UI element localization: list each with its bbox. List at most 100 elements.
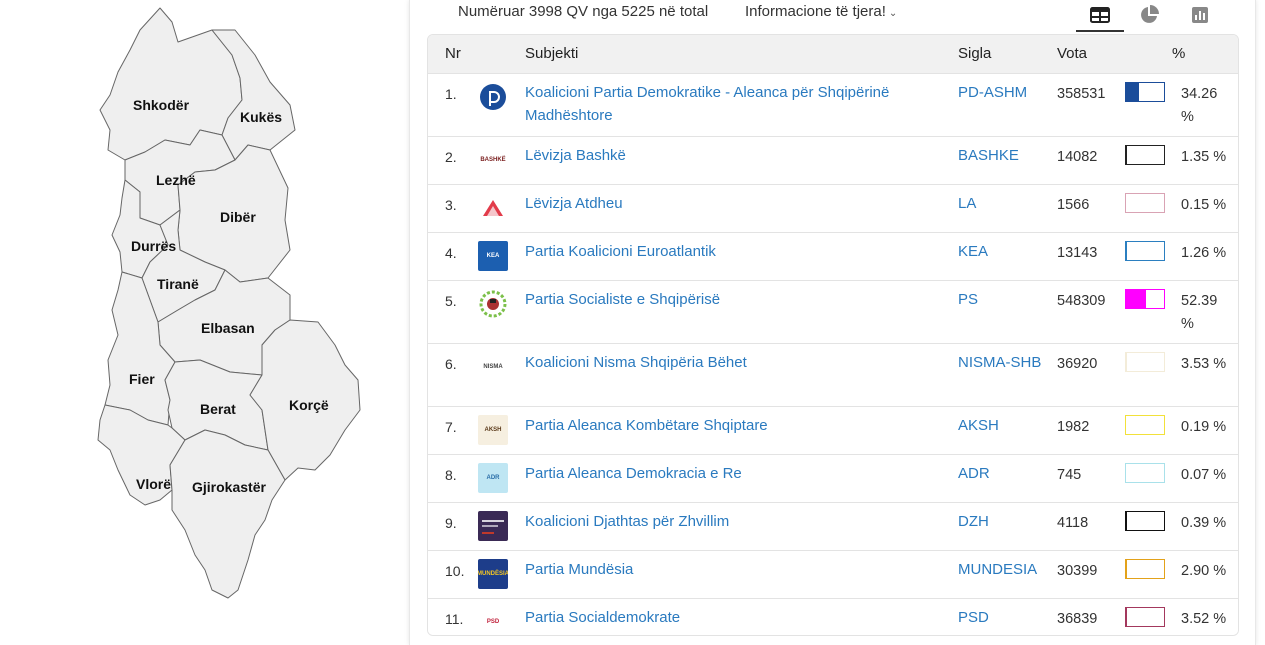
table-header: Nr Subjekti Sigla Vota % xyxy=(428,35,1238,73)
counted-stations-text: Numëruar 3998 QV nga 5225 në total xyxy=(458,3,709,20)
vote-percent: 34.26 % xyxy=(1181,86,1218,125)
map-label-kukes: Kukës xyxy=(240,109,282,125)
chevron-down-icon: ⌄ xyxy=(888,8,898,19)
vote-count: 36920 xyxy=(1057,356,1098,372)
vote-share-bar-fill xyxy=(1126,560,1128,578)
vote-share-bar xyxy=(1125,193,1165,213)
vote-percent: 1.35 % xyxy=(1181,149,1227,165)
column-header-nr: Nr xyxy=(445,45,461,62)
map-label-tirane: Tiranë xyxy=(157,276,199,292)
party-logo-text: AKSH xyxy=(484,426,502,433)
party-name-link[interactable]: Lëvizja Atdheu xyxy=(525,192,935,215)
party-logo-text: KEA xyxy=(486,252,500,259)
map-label-shkoder: Shkodër xyxy=(133,97,190,113)
results-panel: Numëruar 3998 QV nga 5225 në total Infor… xyxy=(409,0,1256,645)
table-row: 4. KEA Partia Koalicioni Euroatlantik KEA 13… xyxy=(428,232,1238,280)
adr-logo-icon: ADR xyxy=(478,463,508,493)
map-label-lezhe: Lezhë xyxy=(156,172,196,188)
bar-chart-icon xyxy=(1192,7,1208,23)
party-acronym-link[interactable]: BASHKE xyxy=(958,144,1048,167)
table-row: 10. MUNDËSIA Partia Mundësia MUNDESIA 30399 2… xyxy=(428,550,1238,598)
party-name-link[interactable]: Partia Mundësia xyxy=(525,558,935,581)
party-name-link[interactable]: Partia Socialdemokrate xyxy=(525,606,935,629)
aksh-logo-icon: AKSH xyxy=(478,415,508,445)
table-row: 5. Partia Socialiste e Shqipërisë PS 548309… xyxy=(428,280,1238,343)
map-label-berat: Berat xyxy=(200,401,236,417)
vote-share-bar xyxy=(1125,607,1165,627)
party-name-link[interactable]: Partia Koalicioni Euroatlantik xyxy=(525,240,935,263)
vote-share-bar xyxy=(1125,415,1165,435)
tab-pie-view[interactable] xyxy=(1125,0,1173,30)
row-number: 2. xyxy=(445,149,457,165)
vote-count: 358531 xyxy=(1057,86,1106,102)
party-acronym-link[interactable]: KEA xyxy=(958,240,1048,263)
column-header-percent: % xyxy=(1172,45,1186,62)
dzh-logo-icon xyxy=(478,511,508,541)
results-toolbar: Numëruar 3998 QV nga 5225 në total Infor… xyxy=(410,0,1255,34)
vote-share-bar xyxy=(1125,289,1165,309)
table-row: 9. Koalicioni Djathtas për Zhvillim DZH 411… xyxy=(428,502,1238,550)
pd-logo-icon xyxy=(478,82,508,112)
column-header-votes: Vota xyxy=(1057,45,1088,62)
party-logo-text: MUNDËSIA xyxy=(478,570,508,577)
vote-percent: 2.90 % xyxy=(1181,563,1227,579)
row-number: 5. xyxy=(445,293,457,309)
party-acronym-link[interactable]: MUNDESIA xyxy=(958,558,1048,581)
column-header-subject: Subjekti xyxy=(525,45,579,62)
party-name-link[interactable]: Koalicioni Nisma Shqipëria Bëhet xyxy=(525,351,935,374)
party-acronym-link[interactable]: LA xyxy=(958,192,1048,215)
map-label-diber: Dibër xyxy=(220,209,256,225)
albania-map: Shkodër Kukës Lezhë Dibër Durrës Tiranë … xyxy=(97,7,361,599)
party-name-link[interactable]: Partia Socialiste e Shqipërisë xyxy=(525,288,935,311)
table-row: 2. BASHKË Lëvizja Bashkë BASHKE 14082 1.35 % xyxy=(428,136,1238,184)
party-acronym-link[interactable]: AKSH xyxy=(958,414,1048,437)
vote-count: 30399 xyxy=(1057,563,1098,579)
pie-chart-icon xyxy=(1141,5,1159,23)
table-row: 1. Koalicioni Partia Demokratike - Aleanc… xyxy=(428,73,1238,136)
map-label-durres: Durrës xyxy=(131,238,176,254)
vote-count: 1566 xyxy=(1057,197,1090,213)
map-label-vlore: Vlorë xyxy=(136,476,171,492)
party-name-link[interactable]: Koalicioni Djathtas për Zhvillim xyxy=(525,510,935,533)
table-row: 11. PSD Partia Socialdemokrate PSD 36839 3.52… xyxy=(428,598,1238,635)
psd-logo-icon: PSD xyxy=(478,607,508,635)
map-label-elbasan: Elbasan xyxy=(201,320,255,336)
vote-share-bar xyxy=(1125,241,1165,261)
party-name-link[interactable]: Lëvizja Bashkë xyxy=(525,144,935,167)
ps-logo-icon xyxy=(478,289,508,319)
party-acronym-link[interactable]: PD-ASHM xyxy=(958,81,1048,104)
party-acronym-link[interactable]: NISMA-SHB xyxy=(958,351,1048,374)
vote-percent: 0.07 % xyxy=(1181,467,1227,483)
map-label-gjirokaster: Gjirokastër xyxy=(192,479,266,495)
party-acronym-link[interactable]: ADR xyxy=(958,462,1048,485)
table-row: 8. ADR Partia Aleanca Demokracia e Re ADR 74… xyxy=(428,454,1238,502)
region-gjirokaster[interactable] xyxy=(169,429,286,599)
vote-percent: 0.19 % xyxy=(1181,419,1227,435)
party-name-link[interactable]: Partia Aleanca Demokracia e Re xyxy=(525,462,935,485)
vote-percent: 1.26 % xyxy=(1181,245,1227,261)
tab-table-view[interactable] xyxy=(1076,0,1124,32)
vote-share-bar xyxy=(1125,559,1165,579)
vote-count: 36839 xyxy=(1057,611,1098,627)
vote-count: 13143 xyxy=(1057,245,1098,261)
vote-count: 1982 xyxy=(1057,419,1090,435)
kea-logo-icon: KEA xyxy=(478,241,508,271)
nisma-logo-icon: NISMA xyxy=(478,352,508,382)
vote-share-bar xyxy=(1125,352,1165,372)
party-acronym-link[interactable]: DZH xyxy=(958,510,1048,533)
party-acronym-link[interactable]: PS xyxy=(958,288,1048,311)
more-info-dropdown[interactable]: Informacione të tjera! ⌄ xyxy=(745,3,897,20)
row-number: 3. xyxy=(445,197,457,213)
vote-count: 14082 xyxy=(1057,149,1098,165)
column-header-sigla: Sigla xyxy=(958,45,992,62)
party-acronym-link[interactable]: PSD xyxy=(958,606,1048,629)
vote-share-bar xyxy=(1125,82,1165,102)
tab-bar-view[interactable] xyxy=(1176,0,1224,30)
la-logo-icon xyxy=(478,193,508,223)
party-logo-text: ADR xyxy=(486,474,500,481)
vote-share-bar-fill xyxy=(1126,608,1128,626)
party-name-link[interactable]: Partia Aleanca Kombëtare Shqiptare xyxy=(525,414,935,437)
vote-share-bar-fill xyxy=(1126,290,1146,308)
party-name-link[interactable]: Koalicioni Partia Demokratike - Aleanca … xyxy=(525,81,935,127)
more-info-label: Informacione të tjera! xyxy=(745,3,886,20)
